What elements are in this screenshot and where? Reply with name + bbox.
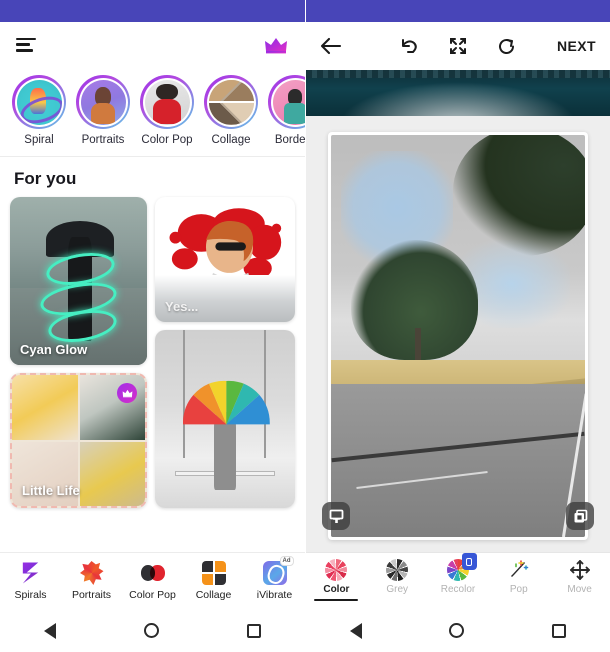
category-ring [204, 75, 258, 129]
editor-canvas[interactable] [306, 116, 610, 552]
left-screen-home: Spiral Portraits Color Pop Collage Borde… [0, 0, 305, 652]
filter-tab-color[interactable]: Color [306, 559, 367, 601]
collage-thumb [208, 79, 254, 125]
spiral-thumb [16, 79, 62, 125]
photo-layer [331, 384, 585, 537]
system-home-icon[interactable] [449, 623, 465, 638]
filter-tab-move[interactable]: Move [549, 559, 610, 595]
borders-thumb [272, 79, 305, 125]
card-label: Little Life [22, 483, 80, 498]
color-wheel-icon [325, 559, 348, 581]
move-arrows-icon [569, 559, 591, 581]
edited-photo[interactable] [331, 135, 585, 537]
for-you-card-cyan-glow[interactable]: Cyan Glow [10, 197, 148, 365]
portraits-thumb [80, 79, 126, 125]
rotate-refresh-icon[interactable] [497, 37, 516, 56]
for-you-card-rainbow-umbrella[interactable] [155, 330, 295, 508]
for-you-heading: For you [14, 169, 77, 188]
category-ring [12, 75, 66, 129]
color-pop-thumb [144, 79, 190, 125]
layers-compare-icon[interactable] [566, 502, 594, 530]
category-ring [140, 75, 194, 129]
filter-label: Grey [386, 584, 409, 595]
bottom-navigation-bar: Spirals Portraits Color Pop Collage Ad i… [0, 552, 305, 609]
color-pop-icon [140, 561, 165, 585]
category-label: Collage [211, 134, 251, 146]
card-label: Yes... [165, 299, 199, 314]
photo-frame [322, 132, 594, 540]
portraits-icon [79, 561, 104, 585]
ad-badge: Ad [279, 556, 294, 566]
grid-column-left: Cyan Glow Little Life [10, 197, 148, 508]
category-item-collage[interactable]: Collage [204, 75, 258, 146]
editor-toolbar: NEXT [306, 22, 610, 70]
nav-item-portraits[interactable]: Portraits [61, 561, 122, 601]
filter-label: Color [323, 584, 350, 595]
nav-item-ivibrate[interactable]: Ad iVibrate [244, 556, 305, 601]
for-you-grid: Cyan Glow Little Life Yes... [0, 197, 305, 508]
nav-label: Collage [195, 589, 232, 601]
system-navigation-bar-left [0, 609, 305, 652]
system-back-icon[interactable] [44, 622, 56, 639]
category-label: Portraits [81, 134, 125, 146]
filter-label: Pop [509, 584, 528, 595]
system-home-icon[interactable] [144, 623, 159, 638]
collage-icon [201, 561, 226, 585]
photo-layer [452, 135, 585, 256]
recolor-badge [461, 553, 477, 570]
nav-item-color-pop[interactable]: Color Pop [122, 561, 183, 601]
status-bar-left [0, 0, 305, 22]
spirals-icon [22, 562, 39, 584]
category-item-borders[interactable]: Borders [268, 75, 305, 146]
back-arrow-icon[interactable] [320, 37, 342, 55]
undo-icon[interactable] [399, 37, 419, 55]
system-navigation-bar-right [306, 609, 610, 652]
filmstrip-preview[interactable] [306, 70, 610, 116]
category-item-spiral[interactable]: Spiral [12, 75, 66, 146]
premium-crown-badge [117, 383, 138, 403]
nav-label: iVibrate [256, 589, 293, 601]
crown-icon[interactable] [263, 35, 289, 55]
filter-toolbar: Color Grey Recolor Pop Move [306, 552, 610, 609]
category-label: Color Pop [141, 134, 193, 146]
right-screen-editor: NEXT Color Grey Recolor Pop Move [305, 0, 610, 652]
filter-tab-pop[interactable]: Pop [488, 559, 549, 595]
brush-tool-icon[interactable] [322, 502, 350, 530]
nav-item-spirals[interactable]: Spirals [0, 561, 61, 601]
grey-wheel-icon [386, 559, 409, 581]
filter-label: Recolor [440, 584, 476, 595]
system-recents-icon[interactable] [552, 623, 567, 638]
nav-label: Portraits [71, 589, 112, 601]
system-back-icon[interactable] [349, 622, 362, 639]
filter-tab-recolor[interactable]: Recolor [428, 553, 489, 595]
dual-screenshot-container: Spiral Portraits Color Pop Collage Borde… [0, 0, 610, 652]
magic-wand-icon [508, 559, 530, 581]
fullscreen-icon[interactable] [449, 37, 467, 55]
filter-tab-grey[interactable]: Grey [367, 559, 428, 595]
status-bar-right [306, 0, 610, 22]
category-ring [268, 75, 305, 129]
card-label: Cyan Glow [20, 342, 88, 357]
hamburger-menu-icon[interactable] [16, 37, 36, 52]
nav-label: Color Pop [129, 589, 176, 601]
for-you-card-yes[interactable]: Yes... [155, 197, 295, 322]
nav-label: Spirals [14, 589, 47, 601]
category-item-color-pop[interactable]: Color Pop [140, 75, 194, 146]
next-button[interactable]: NEXT [557, 38, 596, 54]
filter-label: Move [567, 584, 592, 595]
category-label: Spiral [24, 134, 54, 146]
system-recents-icon[interactable] [247, 623, 261, 638]
app-header [0, 22, 305, 67]
category-label: Borders [274, 134, 305, 146]
for-you-card-little-life[interactable]: Little Life [10, 373, 148, 508]
nav-item-collage[interactable]: Collage [183, 561, 244, 601]
category-strip[interactable]: Spiral Portraits Color Pop Collage Borde [0, 67, 305, 150]
card-art [183, 381, 270, 425]
active-tab-underline [314, 598, 359, 601]
recolor-wheel-icon [446, 553, 477, 581]
category-item-portraits[interactable]: Portraits [76, 75, 130, 146]
ivibrate-icon: Ad [262, 556, 294, 585]
grid-column-right: Yes... [155, 197, 295, 508]
category-ring [76, 75, 130, 129]
